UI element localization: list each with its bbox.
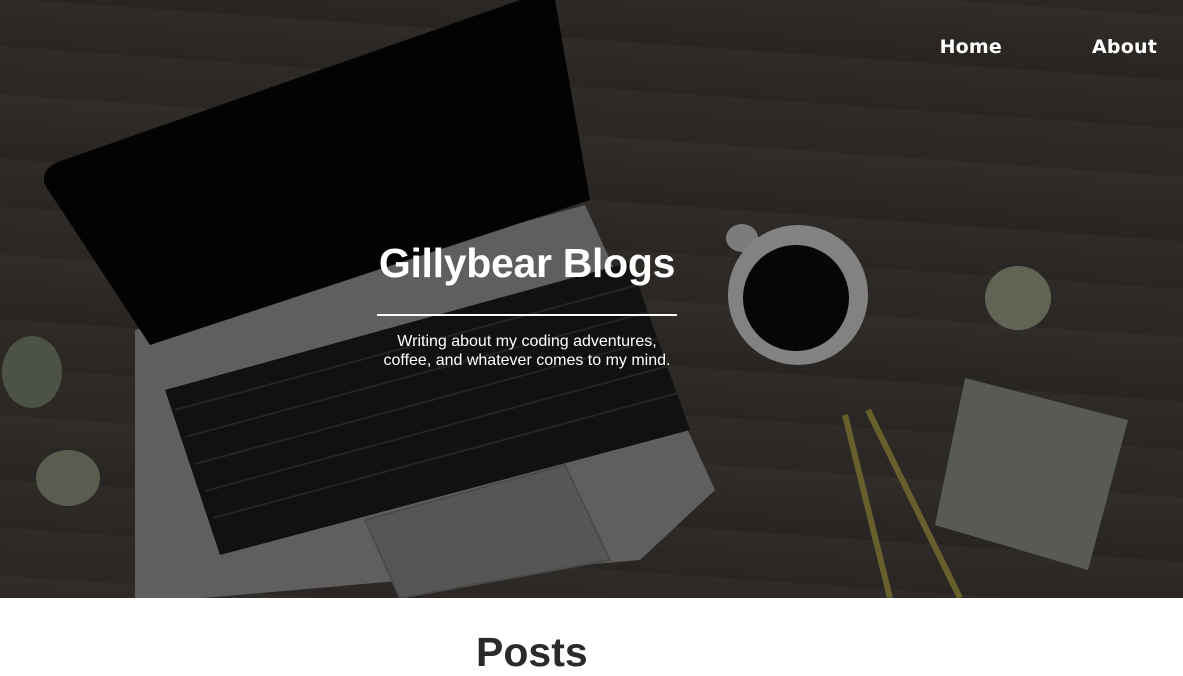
subtitle-line-1: Writing about my coding adventures, <box>397 333 657 350</box>
hero-text: Gillybear Blogs Writing about my coding … <box>377 238 677 370</box>
nav-about-link[interactable]: About <box>1092 36 1157 58</box>
title-divider <box>377 314 677 316</box>
site-subtitle: Writing about my coding adventures, coff… <box>377 332 677 370</box>
nav-home-link[interactable]: Home <box>940 36 1002 58</box>
posts-section: Posts <box>0 598 1183 675</box>
site-title: Gillybear Blogs <box>378 240 676 286</box>
main-nav: Home About <box>940 36 1157 58</box>
hero-header: Home About Gillybear Blogs Writing about… <box>0 0 1183 598</box>
subtitle-line-2: coffee, and whatever comes to my mind. <box>383 352 671 369</box>
